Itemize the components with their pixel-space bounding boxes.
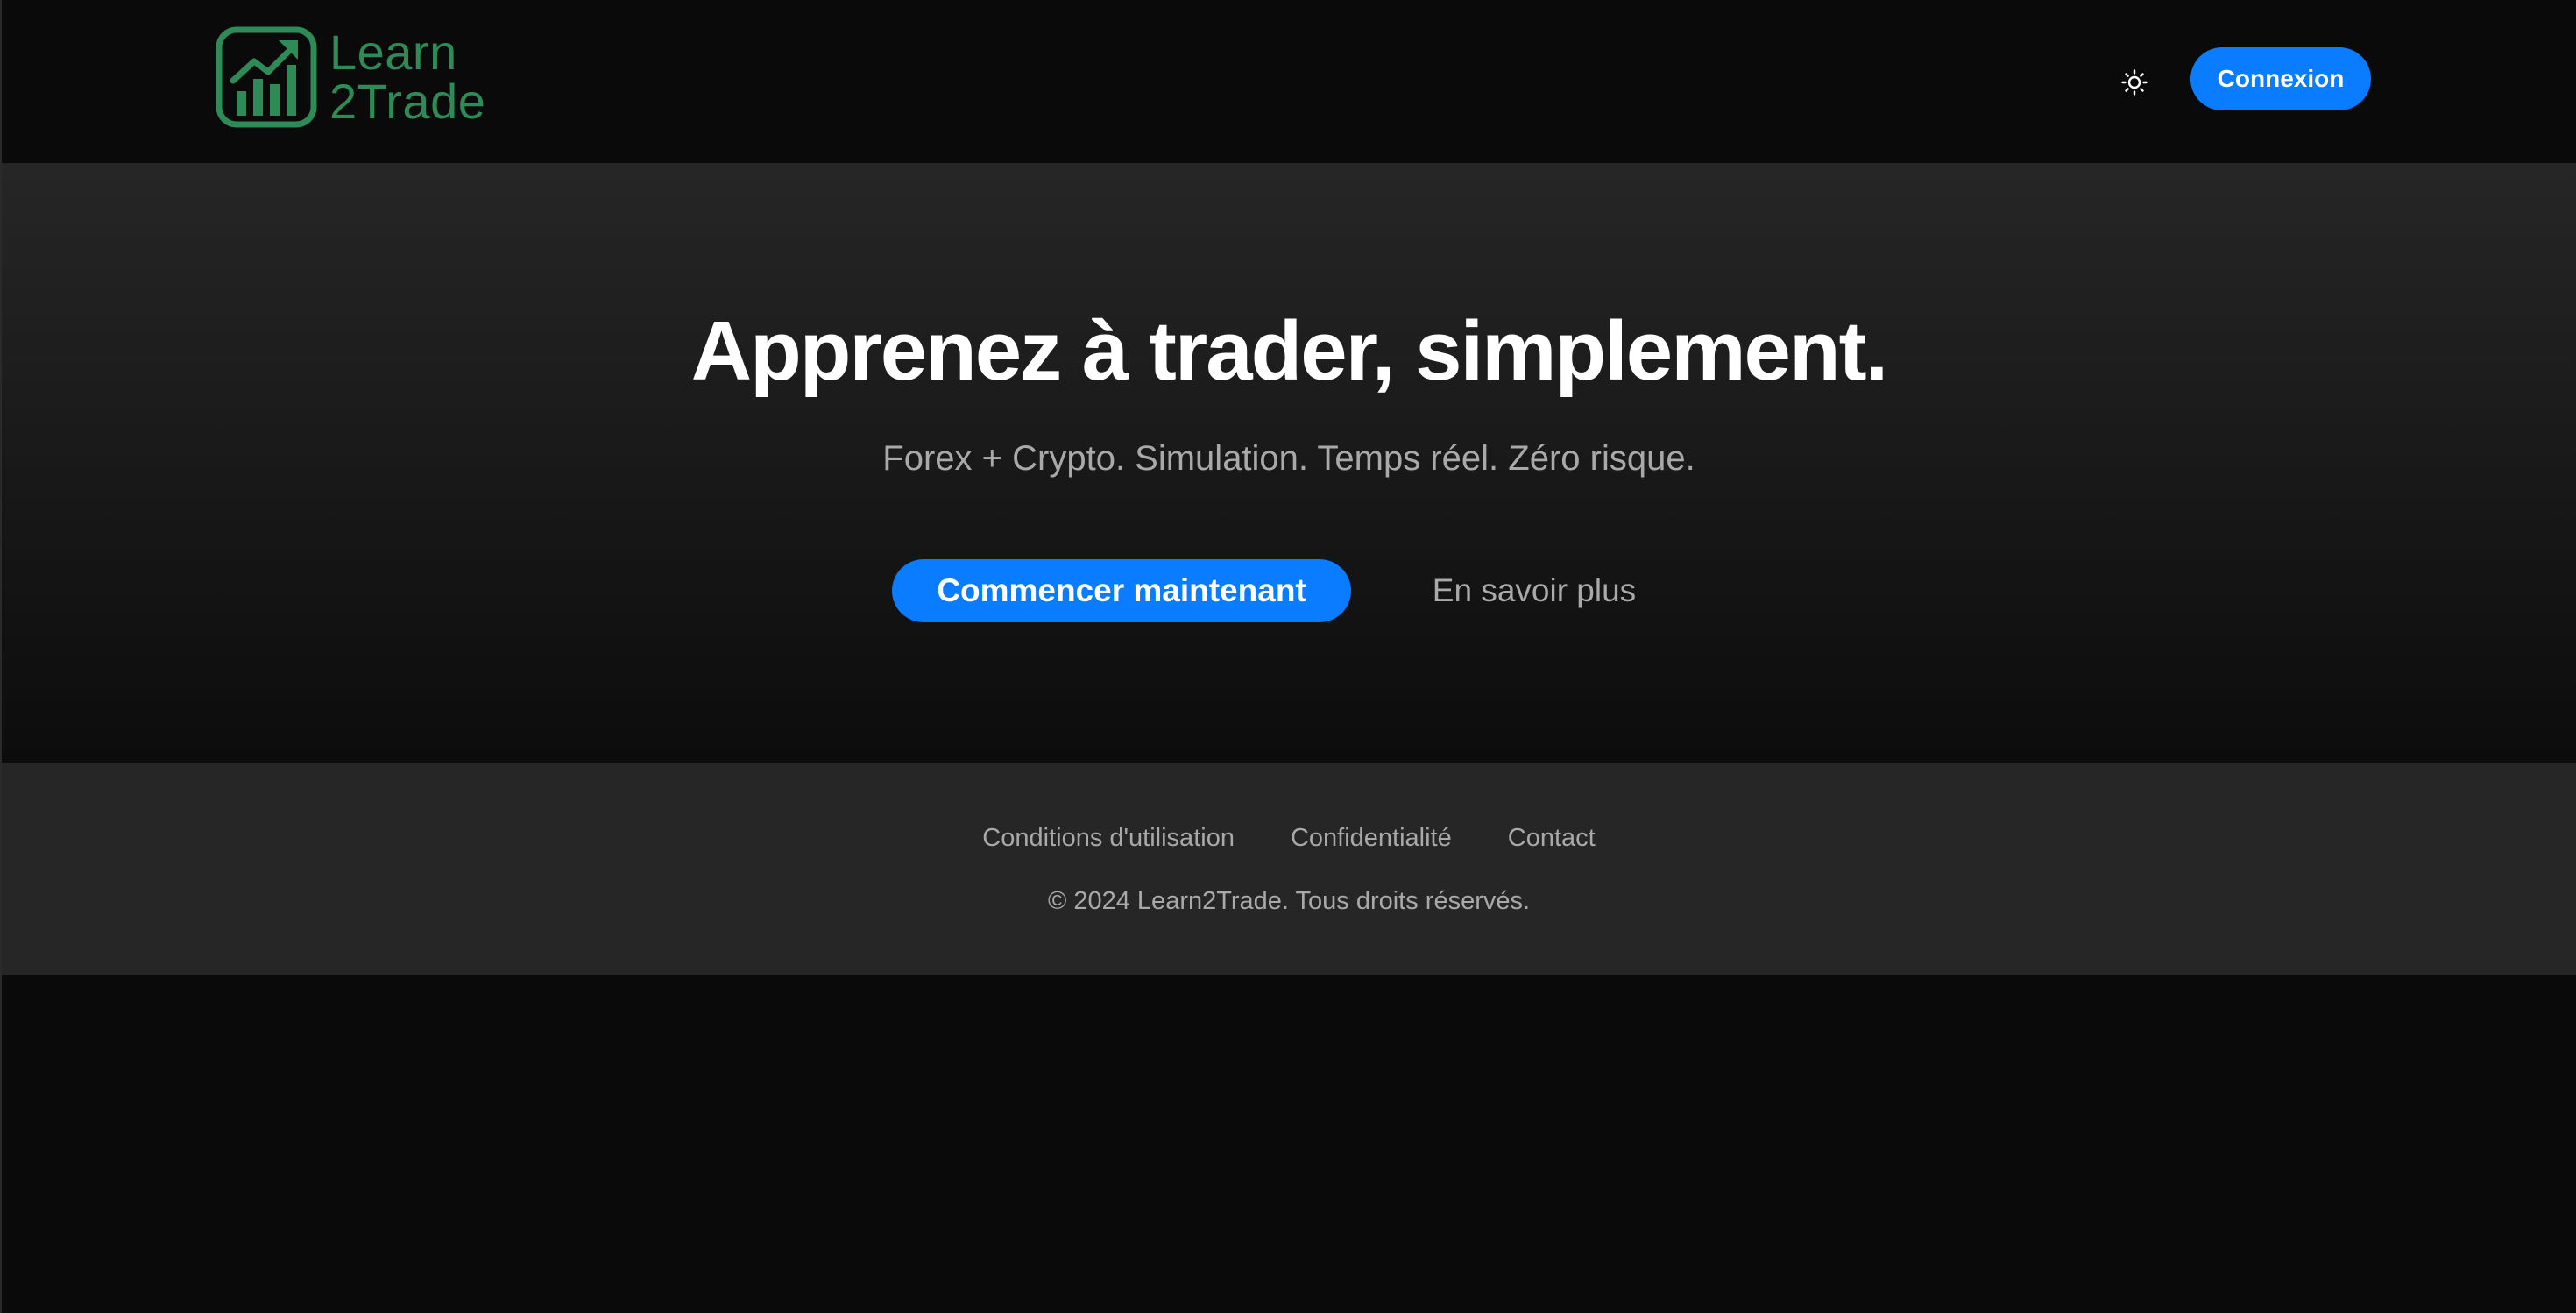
growth-chart-icon <box>216 26 317 128</box>
page: Learn 2Trade Connexion Apprenez à trader… <box>0 0 2576 1313</box>
hero-section: Apprenez à trader, simplement. Forex + C… <box>2 163 2576 763</box>
top-header: Learn 2Trade Connexion <box>2 0 2576 163</box>
footer-link-privacy[interactable]: Confidentialité <box>1291 822 1452 854</box>
theme-toggle-button[interactable] <box>2113 61 2155 103</box>
copyright-text: © 2024 Learn2Trade. Tous droits réservés… <box>1047 887 1531 915</box>
brand-wordmark: Learn 2Trade <box>329 28 485 126</box>
login-button[interactable]: Connexion <box>2190 47 2371 110</box>
hero-subtitle: Forex + Crypto. Simulation. Temps réel. … <box>882 439 1695 478</box>
page-footer: Conditions d'utilisation Confidentialité… <box>2 763 2576 975</box>
get-started-button[interactable]: Commencer maintenant <box>892 559 1351 622</box>
footer-link-contact[interactable]: Contact <box>1508 822 1596 854</box>
brand-line-2: 2Trade <box>329 74 486 129</box>
brand-logo[interactable]: Learn 2Trade <box>216 26 485 128</box>
hero-title: Apprenez à trader, simplement. <box>690 304 1888 398</box>
brand-line-1: Learn <box>329 25 457 80</box>
learn-more-link[interactable]: En savoir plus <box>1404 559 1665 622</box>
footer-link-terms[interactable]: Conditions d'utilisation <box>982 822 1235 854</box>
footer-links: Conditions d'utilisation Confidentialité… <box>2 822 2576 854</box>
sun-icon <box>2121 69 2148 96</box>
